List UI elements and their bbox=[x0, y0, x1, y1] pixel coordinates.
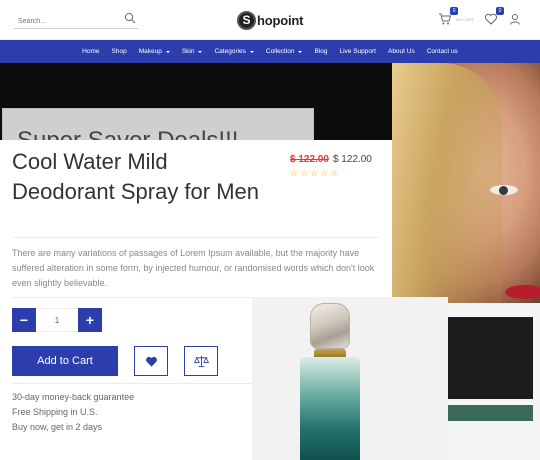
hero-model-eye bbox=[490, 185, 518, 195]
product-thumbnail[interactable] bbox=[448, 317, 533, 399]
feature-money-back: 30-day money-back guarantee bbox=[12, 392, 135, 402]
search-icon[interactable] bbox=[124, 12, 136, 24]
logo-text: hopoint bbox=[257, 12, 304, 28]
nav-label: Contact us bbox=[426, 48, 458, 55]
nav-item-shop[interactable]: Shop bbox=[106, 48, 133, 55]
nav-label: Skin bbox=[181, 48, 195, 55]
search-input[interactable] bbox=[14, 12, 114, 31]
nav-item-skin[interactable]: Skin bbox=[176, 48, 209, 55]
compare-button[interactable] bbox=[184, 346, 218, 376]
bottle-cap bbox=[310, 303, 350, 349]
product-features: 30-day money-back guarantee Free Shippin… bbox=[12, 390, 134, 435]
main-nav: Home Shop Makeup Skin Categories Collect… bbox=[0, 40, 540, 63]
star-icon: ☆ bbox=[320, 168, 329, 178]
product-thumbnail[interactable] bbox=[448, 405, 533, 421]
star-icon: ☆ bbox=[290, 168, 299, 178]
quantity-decrease-button[interactable]: − bbox=[12, 308, 36, 332]
account-button[interactable] bbox=[508, 12, 522, 26]
nav-label: Home bbox=[82, 48, 100, 55]
hero-model-hair bbox=[392, 63, 502, 303]
nav-label: Makeup bbox=[138, 48, 162, 55]
logo-mark: S bbox=[237, 10, 256, 30]
nav-label: Blog bbox=[314, 48, 328, 55]
cart-button[interactable]: 0 bbox=[438, 7, 459, 26]
divider bbox=[12, 237, 380, 238]
site-logo[interactable]: S hopoint bbox=[237, 9, 303, 31]
nav-item-collection[interactable]: Collection bbox=[260, 48, 309, 55]
hero-model-lips bbox=[505, 285, 540, 299]
bottle-body bbox=[300, 357, 360, 460]
star-icon: ☆ bbox=[330, 168, 339, 178]
nav-label: About Us bbox=[387, 48, 415, 55]
star-icon: ☆ bbox=[300, 168, 309, 178]
site-header: S hopoint 0 MY CART 0 bbox=[0, 0, 540, 40]
nav-item-home[interactable]: Home bbox=[76, 48, 105, 55]
current-price: $ 122.00 bbox=[332, 154, 372, 165]
heart-icon bbox=[145, 356, 157, 367]
product-title: Cool Water Mild Deodorant Spray for Men bbox=[12, 149, 260, 204]
header-icons: 0 MY CART 0 bbox=[438, 7, 522, 26]
wishlist-count-badge: 0 bbox=[496, 7, 504, 15]
nav-item-about-us[interactable]: About Us bbox=[382, 48, 421, 55]
add-to-wishlist-button[interactable] bbox=[134, 346, 168, 376]
chevron-down-icon bbox=[165, 50, 170, 53]
wishlist-button[interactable]: 0 bbox=[484, 7, 504, 26]
feature-free-shipping: Free Shipping in U.S. bbox=[12, 407, 98, 417]
old-price: $ 122.00 bbox=[290, 154, 329, 165]
nav-item-blog[interactable]: Blog bbox=[308, 48, 333, 55]
nav-item-makeup[interactable]: Makeup bbox=[133, 48, 176, 55]
user-icon bbox=[510, 14, 520, 25]
nav-item-live-support[interactable]: Live Support bbox=[333, 48, 382, 55]
nav-item-contact-us[interactable]: Contact us bbox=[421, 48, 464, 55]
nav-label: Live Support bbox=[339, 48, 376, 55]
chevron-down-icon bbox=[249, 50, 254, 53]
search-bar bbox=[14, 10, 138, 31]
quantity-increase-button[interactable]: + bbox=[78, 308, 102, 332]
rating-stars: ☆ ☆ ☆ ☆ ☆ bbox=[290, 168, 338, 179]
quantity-value[interactable]: 1 bbox=[36, 308, 78, 332]
feature-delivery: Buy now, get in 2 days bbox=[12, 422, 103, 432]
cart-label: MY CART bbox=[456, 16, 474, 22]
product-image[interactable] bbox=[252, 297, 448, 460]
add-to-cart-button[interactable]: Add to Cart bbox=[12, 346, 118, 376]
product-price: $ 122.00 $ 122.00 bbox=[290, 154, 372, 165]
nav-label: Shop bbox=[111, 48, 127, 55]
product-description: There are many variations of passages of… bbox=[12, 248, 375, 288]
quantity-stepper: − 1 + bbox=[12, 308, 102, 332]
chevron-down-icon bbox=[298, 50, 303, 53]
nav-label: Collection bbox=[265, 48, 295, 55]
cart-count-badge: 0 bbox=[450, 7, 459, 15]
scale-icon bbox=[193, 355, 209, 367]
chevron-down-icon bbox=[198, 50, 203, 53]
nav-item-categories[interactable]: Categories bbox=[208, 48, 259, 55]
nav-label: Categories bbox=[214, 48, 246, 55]
star-icon: ☆ bbox=[310, 168, 319, 178]
